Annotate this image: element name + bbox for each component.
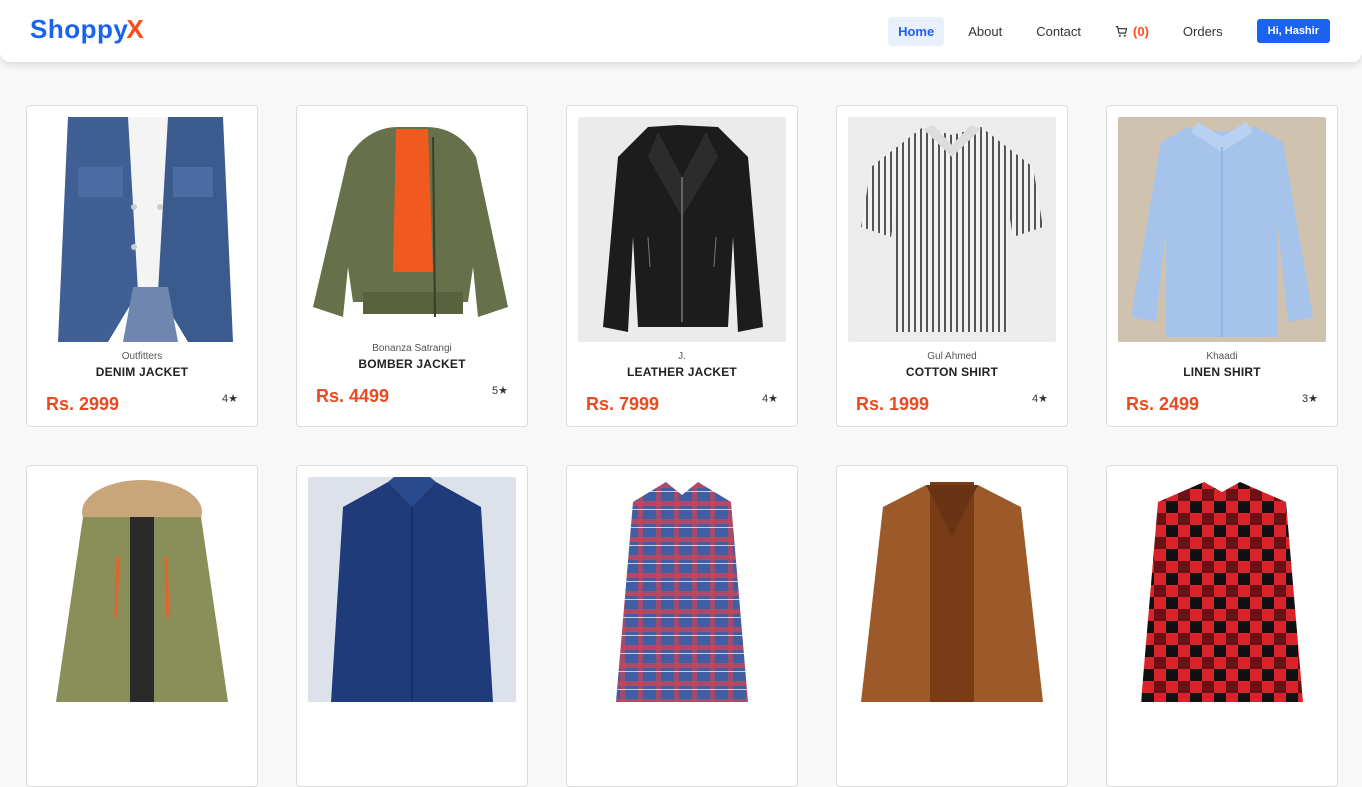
logo-text: Shoppy [30, 14, 129, 44]
product-card[interactable]: Outfitters DENIM JACKET Rs. 2999 4★ [26, 105, 258, 427]
nav-about[interactable]: About [958, 17, 1012, 46]
nav-contact[interactable]: Contact [1026, 17, 1091, 46]
product-card[interactable] [836, 465, 1068, 787]
nav-home[interactable]: Home [888, 16, 945, 46]
product-price: Rs. 4499 [316, 386, 390, 406]
cart-icon [1115, 25, 1128, 37]
product-name: DENIM JACKET [95, 365, 189, 379]
product-card[interactable]: Gul Ahmed COTTON SHIRT Rs. 1999 4★ [836, 105, 1068, 427]
product-brand: J. [678, 351, 686, 362]
product-image [1118, 117, 1326, 342]
nav-menu: Home About Contact (0) Orders Hi, Hashir [874, 16, 1330, 46]
product-card[interactable]: Khaadi LINEN SHIRT Rs. 2499 3★ [1106, 105, 1338, 427]
nav-orders[interactable]: Orders [1173, 17, 1233, 46]
navbar: ShoppyX Home About Contact (0) Orders Hi… [0, 0, 1362, 62]
product-rating: 4★ [222, 393, 238, 405]
product-card[interactable] [26, 465, 258, 787]
product-name: LINEN SHIRT [1183, 365, 1261, 379]
cart-count: (0) [1133, 23, 1149, 39]
product-name: LEATHER JACKET [627, 365, 737, 379]
product-image [308, 117, 516, 342]
product-card[interactable]: J. LEATHER JACKET Rs. 7999 4★ [566, 105, 798, 427]
product-image [848, 117, 1056, 342]
product-rating: 4★ [762, 393, 778, 405]
product-name: BOMBER JACKET [358, 357, 466, 371]
cart-link[interactable]: (0) [1105, 17, 1159, 46]
product-image [308, 477, 516, 702]
logo-accent: X [126, 14, 145, 44]
product-image [578, 477, 786, 702]
product-brand: Gul Ahmed [927, 351, 977, 362]
product-image [578, 117, 786, 342]
product-image [38, 477, 246, 702]
product-rating: 3★ [1302, 393, 1318, 405]
product-brand: Khaadi [1206, 351, 1238, 362]
logo[interactable]: ShoppyX [30, 14, 144, 45]
product-brand: Outfitters [121, 351, 163, 362]
product-rating: 5★ [492, 385, 508, 397]
product-image [38, 117, 246, 342]
product-rating: 4★ [1032, 393, 1048, 405]
product-brand: Bonanza Satrangi [372, 343, 452, 354]
product-price: Rs. 7999 [586, 394, 660, 414]
product-image [848, 477, 1056, 702]
product-card[interactable] [296, 465, 528, 787]
product-image [1118, 477, 1326, 702]
user-button[interactable]: Hi, Hashir [1256, 19, 1330, 43]
product-grid: Outfitters DENIM JACKET Rs. 2999 4★ Bona… [26, 105, 1338, 787]
product-card[interactable] [1106, 465, 1338, 787]
product-card[interactable]: Bonanza Satrangi BOMBER JACKET Rs. 4499 … [296, 105, 528, 427]
product-price: Rs. 2999 [46, 394, 120, 414]
product-price: Rs. 1999 [856, 394, 930, 414]
product-name: COTTON SHIRT [905, 365, 999, 379]
product-price: Rs. 2499 [1126, 394, 1200, 414]
product-card[interactable] [566, 465, 798, 787]
